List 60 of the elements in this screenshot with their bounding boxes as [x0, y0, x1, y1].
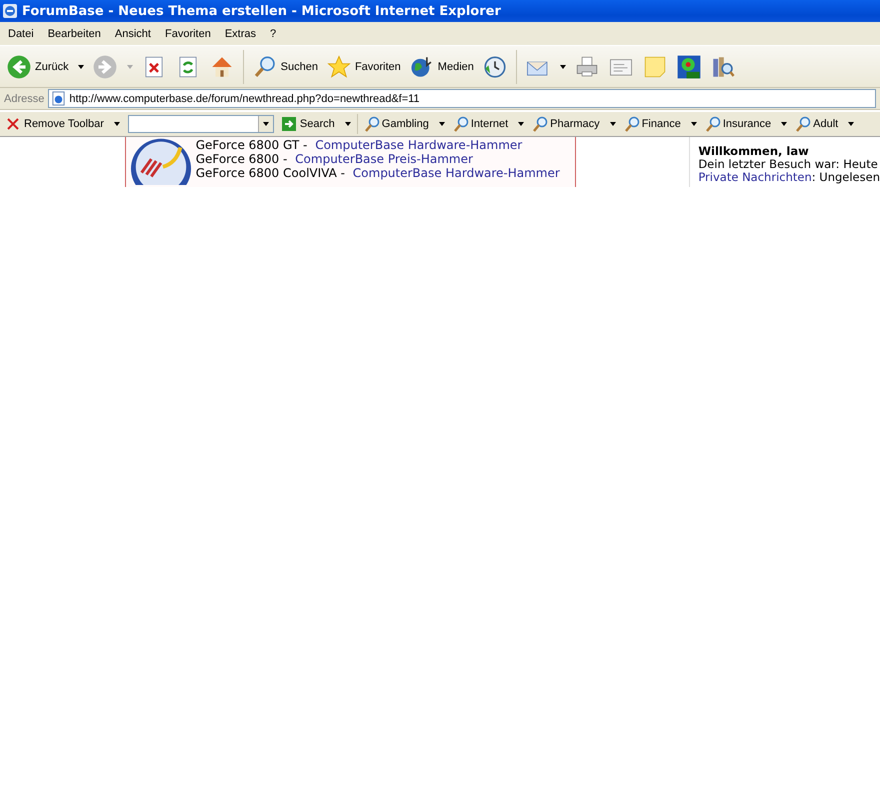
search-combo-field[interactable]	[128, 115, 274, 133]
logo-drawing	[130, 137, 192, 185]
caret-icon[interactable]	[78, 64, 84, 68]
history-icon	[482, 54, 508, 80]
caret-icon	[114, 122, 120, 126]
menu-item[interactable]: Favoriten	[158, 28, 219, 40]
caret-icon	[690, 122, 697, 126]
menu-item[interactable]: Ansicht	[108, 28, 159, 40]
favorites-icon	[326, 54, 352, 80]
category-button[interactable]: Insurance	[700, 116, 792, 132]
magnifier-icon	[624, 116, 640, 132]
welcome-heading: Willkommen, law	[698, 145, 810, 158]
flower-icon	[676, 54, 702, 80]
address-label: Adresse	[4, 92, 44, 104]
category-button[interactable]: Finance	[620, 116, 701, 132]
menu-item[interactable]: Extras	[218, 28, 264, 40]
last-visit-text: Dein letzter Besuch war: Heute	[698, 158, 879, 171]
magnifier-icon	[532, 116, 548, 132]
caret-icon	[518, 122, 524, 126]
search-button[interactable]: Search	[278, 117, 355, 131]
category-button[interactable]: Pharmacy	[528, 116, 620, 132]
media-button[interactable]: Medien	[406, 52, 476, 82]
caret-icon	[262, 122, 269, 126]
address-field[interactable]: http://www.computerbase.de/forum/newthread.php?do=newthread&f=11	[48, 89, 876, 108]
menu-item[interactable]: ?	[264, 28, 284, 40]
menu-item[interactable]: Bearbeiten	[42, 28, 109, 40]
caret-icon	[610, 122, 616, 126]
message-status: : Ungelesen	[812, 170, 880, 184]
back-button[interactable]: Zurück	[4, 52, 86, 82]
banner-link[interactable]: ComputerBase Hardware-Hammer	[315, 138, 522, 152]
browser-icon	[2, 3, 18, 19]
caret-icon	[438, 122, 445, 126]
back-icon	[6, 54, 32, 80]
magnifier-icon	[704, 116, 721, 132]
favorites-button[interactable]: Favoriten	[324, 52, 403, 82]
category-button[interactable]: Adult	[791, 116, 858, 132]
search-button[interactable]: Suchen	[250, 52, 320, 82]
caret-icon	[848, 122, 854, 126]
caret-icon	[781, 122, 788, 126]
close-icon	[7, 118, 19, 130]
caret-icon	[344, 122, 351, 126]
product-name: GeForce 6800 CoolVIVA -	[196, 166, 345, 180]
banner-link[interactable]: ComputerBase Hardware-Hammer	[352, 166, 560, 180]
arrow-icon	[282, 117, 296, 131]
banner-link[interactable]: ComputerBase Preis-Hammer	[295, 152, 473, 166]
remove-toolbar-button[interactable]: Remove Toolbar	[3, 118, 124, 130]
forward-icon	[92, 54, 118, 80]
page-icon	[51, 91, 66, 106]
menu-item[interactable]: Datei	[2, 28, 42, 40]
magnifier-icon	[364, 116, 380, 132]
magnifier-icon	[795, 116, 812, 132]
ad-banner[interactable]: GeForce 6800 GT - ComputerBase Hardware-Hammer GeForce 6800 - ComputerBase Preis-Hammer GeForce 6800 CoolVIVA - ComputerBase Hardware-Hammer	[124, 137, 576, 187]
private-messages-link[interactable]: Private Nachrichten	[698, 170, 812, 184]
window-title: ForumBase - Neues Thema erstellen - Microsoft Internet Explorer	[22, 4, 501, 18]
category-button[interactable]: Internet	[448, 116, 528, 132]
magnifier-icon	[452, 116, 469, 132]
caret-icon[interactable]	[560, 64, 566, 68]
category-button[interactable]: Gambling	[360, 116, 449, 132]
product-name: GeForce 6800 GT -	[196, 138, 308, 152]
product-name: GeForce 6800 -	[196, 152, 288, 166]
